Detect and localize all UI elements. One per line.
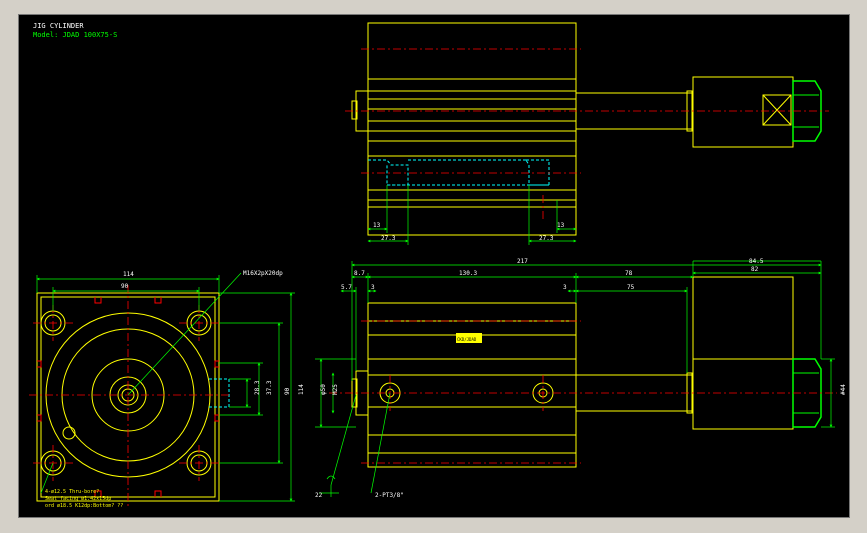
- dim-front-78: 78: [625, 270, 633, 277]
- dim-top-27-left: 27.3: [381, 235, 396, 242]
- dim-front-5-7: 5.7: [341, 284, 352, 291]
- corner-bolts: [40, 310, 212, 476]
- top-view-centerlines: [345, 48, 829, 220]
- front-view-centerlines: [329, 320, 837, 464]
- front-rod-end: [692, 276, 794, 430]
- dim-end-37: 37.3: [266, 380, 273, 395]
- dim-front-130: 130.3: [459, 270, 477, 277]
- dim-front-82: 82: [751, 266, 759, 273]
- dim-top-13-left: 13: [373, 222, 381, 229]
- dim-front-75: 75: [627, 284, 635, 291]
- end-view-note-3: ord ø18.5 K12dp:Bottom? ??: [45, 503, 124, 509]
- dim-front-dia-rod: φ50: [320, 384, 327, 395]
- dim-end-pitch: 90: [121, 283, 129, 290]
- dim-front-3-left: 3: [371, 284, 375, 291]
- dim-front-rodend: 84.5: [749, 258, 764, 265]
- dim-end-hoverall: 114: [298, 384, 305, 395]
- dim-front-3-right: 3: [563, 284, 567, 291]
- front-body: [367, 302, 577, 468]
- front-view: [351, 276, 822, 468]
- top-view-hidden: [368, 159, 550, 186]
- dim-front-port: 2-PT3/8": [375, 492, 404, 499]
- end-view-note-2: Seat facing ø1.42x15dp: [45, 496, 112, 502]
- cad-viewport[interactable]: JIG CYLINDER Model: JDAD 100X75-S 13 27.…: [18, 14, 850, 518]
- dim-front-overall: 217: [517, 258, 528, 265]
- dim-top-13-right: 13: [557, 222, 565, 229]
- front-view-dims: [315, 260, 835, 497]
- top-view-dim-text: 13 27.3 27.3 13: [373, 222, 565, 242]
- dim-front-hex: #44: [840, 384, 847, 395]
- top-view: [351, 22, 822, 236]
- top-body-outline: [367, 22, 577, 236]
- dim-end-28: 28.3: [254, 380, 261, 395]
- dim-front-dia-inner: M25: [332, 384, 339, 395]
- dim-top-27-right: 27.3: [539, 235, 554, 242]
- dim-front-8-7: 8.7: [354, 270, 365, 277]
- cad-drawing: 13 27.3 27.3 13 114 90 M16X2pX20dp 28.3 …: [29, 22, 847, 509]
- dim-end-hpitch: 90: [284, 387, 291, 395]
- dim-end-width: 114: [123, 271, 134, 278]
- dim-front-22: 22: [315, 492, 323, 499]
- end-view-note-1: 4-ø12.5 Thru-bore?: [45, 489, 100, 495]
- label-plate-text: CKD/JDAD: [457, 337, 477, 342]
- callout-bolt: M16X2pX20dp: [243, 270, 283, 277]
- end-view: [36, 292, 230, 502]
- top-rod-end: [692, 76, 794, 148]
